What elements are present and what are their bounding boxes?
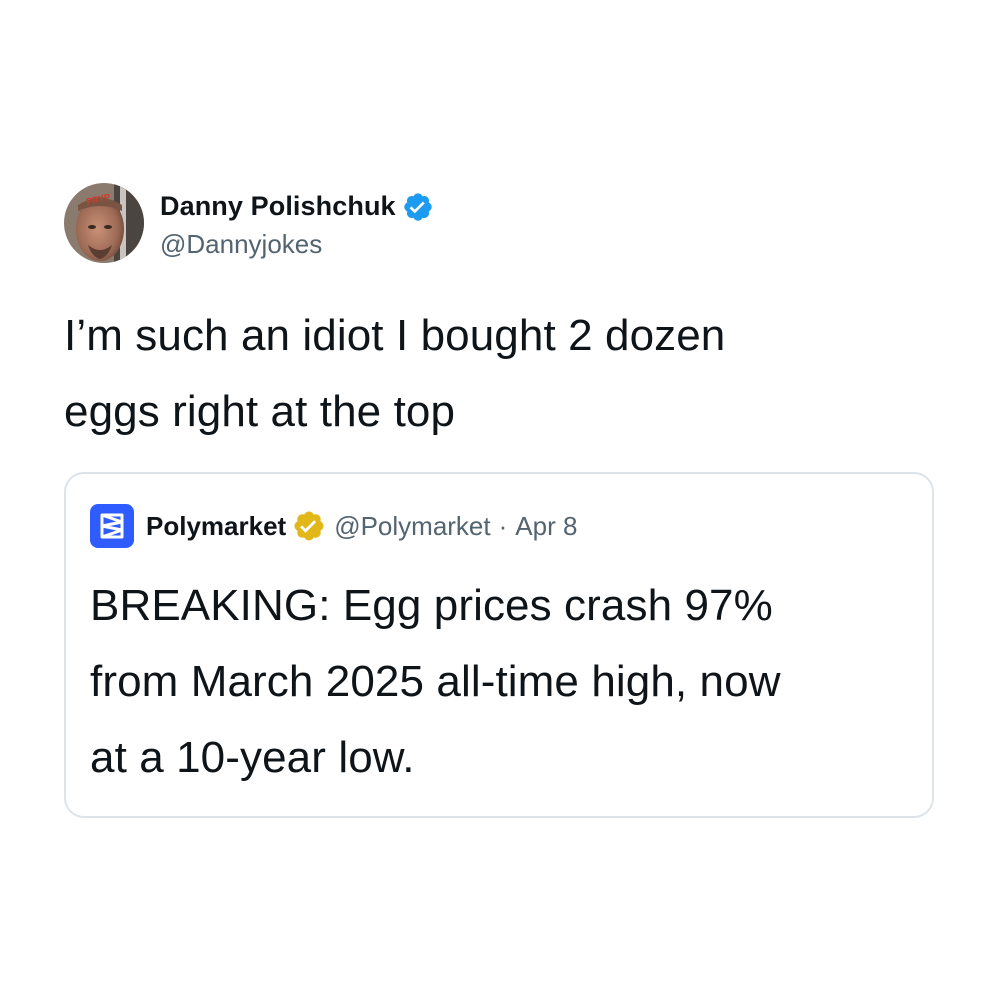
author-text: Danny Polishchuk @Dannyjokes bbox=[160, 187, 434, 260]
tweet-author-row: PRYP Danny Polishchuk @Dannyjokes bbox=[64, 182, 936, 264]
quoted-text-line-1: BREAKING: Egg prices crash 97% bbox=[90, 581, 773, 630]
verified-badge-icon bbox=[402, 191, 434, 223]
quoted-text-line-3: at a 10-year low. bbox=[90, 733, 415, 782]
author-display-name[interactable]: Danny Polishchuk bbox=[160, 191, 396, 222]
quoted-tweet-header: Polymarket @Polymarket · Apr 8 bbox=[90, 504, 577, 548]
header-separator: · bbox=[498, 510, 508, 541]
quoted-author-avatar[interactable] bbox=[90, 504, 134, 548]
tweet-text: I’m such an idiot I bought 2 dozen eggs … bbox=[64, 298, 936, 450]
profile-photo-icon: PRYP bbox=[64, 183, 144, 263]
polymarket-logo-icon bbox=[100, 513, 124, 539]
gold-verified-badge-icon bbox=[292, 509, 326, 543]
quoted-text-line-2: from March 2025 all-time high, now bbox=[90, 657, 781, 706]
name-line: Danny Polishchuk bbox=[160, 187, 434, 227]
tweet: PRYP Danny Polishchuk @Dannyjokes I’m su… bbox=[64, 182, 936, 450]
quoted-author-handle[interactable]: @Polymarket bbox=[334, 511, 490, 542]
quoted-tweet-card[interactable]: Polymarket @Polymarket · Apr 8 BREAKING:… bbox=[64, 472, 934, 818]
quoted-tweet-date[interactable]: Apr 8 bbox=[515, 511, 577, 542]
quoted-author-display-name[interactable]: Polymarket bbox=[146, 511, 286, 542]
quoted-tweet-text: BREAKING: Egg prices crash 97% from Marc… bbox=[90, 568, 910, 796]
tweet-text-line-1: I’m such an idiot I bought 2 dozen bbox=[64, 311, 726, 360]
author-handle[interactable]: @Dannyjokes bbox=[160, 229, 434, 260]
tweet-text-line-2: eggs right at the top bbox=[64, 387, 456, 436]
author-avatar[interactable]: PRYP bbox=[64, 183, 144, 263]
